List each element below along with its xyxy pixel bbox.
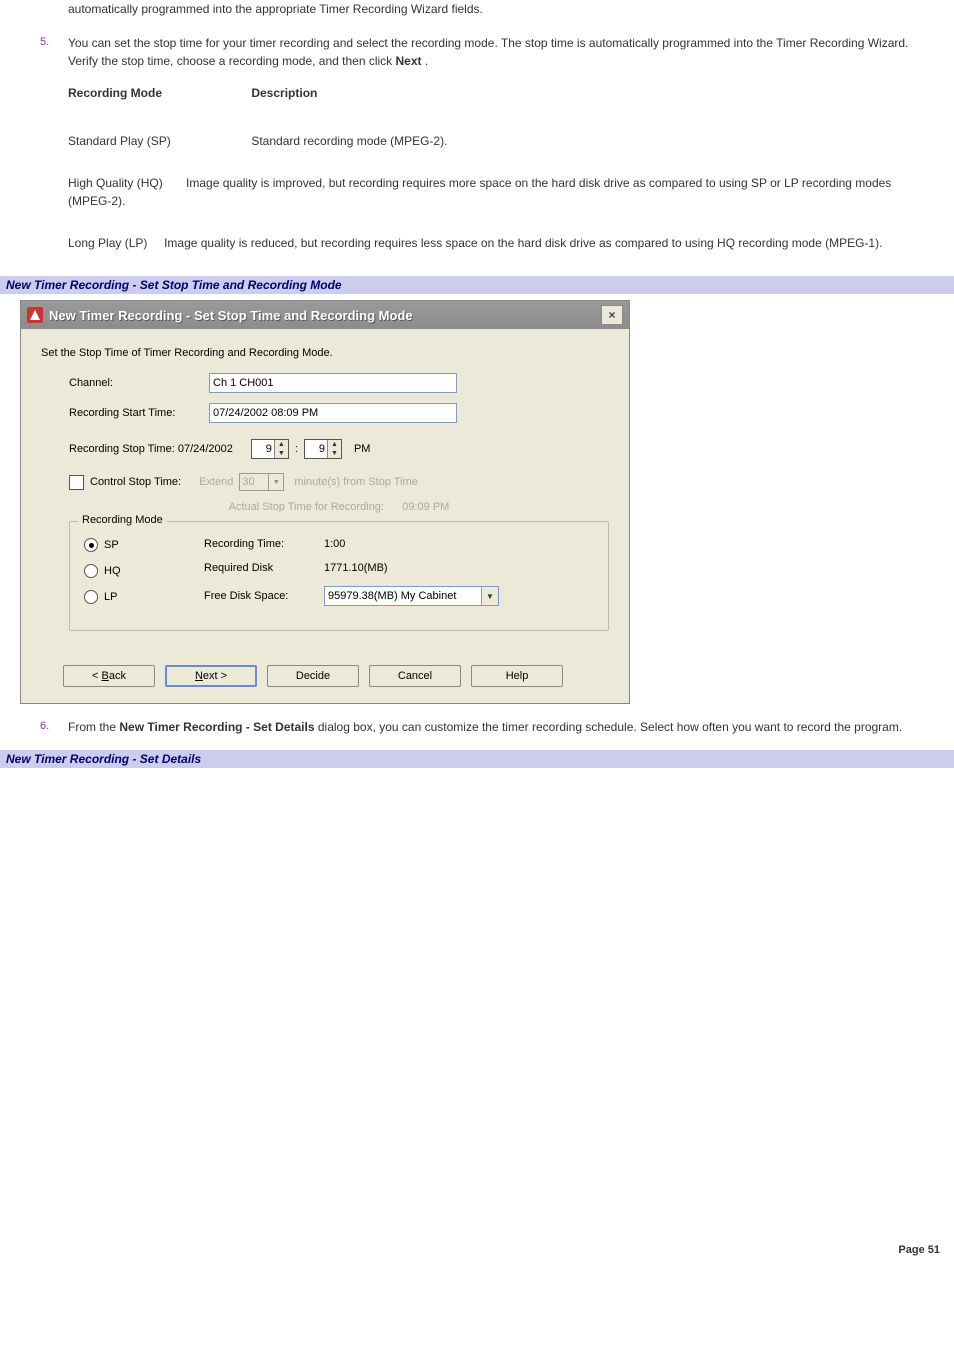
radio-lp[interactable] [84,590,98,604]
extend-label: Extend [199,476,233,488]
required-disk-value: 1771.10(MB) [324,562,388,574]
intro-tail: automatically programmed into the approp… [68,0,914,18]
stop-min-input[interactable] [305,440,327,458]
step5-text-a: You can set the stop time for your timer… [68,36,908,68]
free-disk-dropdown[interactable]: ▼ [324,586,499,606]
dialog-set-stop-time: New Timer Recording - Set Stop Time and … [20,300,630,704]
stop-time-label: Recording Stop Time: 07/24/2002 [69,443,233,455]
next-button[interactable]: Next > [165,665,257,687]
extend-tail: minute(s) from Stop Time [294,476,417,488]
stop-hour-input[interactable] [252,440,274,458]
actual-stop-value: 09:09 PM [402,501,449,513]
th-mode: Recording Mode [68,84,248,102]
required-disk-label: Required Disk [204,562,324,574]
titlebar: New Timer Recording - Set Stop Time and … [21,301,629,329]
dialog-title: New Timer Recording - Set Stop Time and … [49,308,413,323]
recording-mode-table: Recording Mode Description Standard Play… [68,84,914,252]
free-disk-value[interactable] [325,587,481,605]
radio-sp[interactable] [84,538,98,552]
step-6: From the New Timer Recording - Set Detai… [68,718,914,736]
radio-hq[interactable] [84,564,98,578]
stop-hour-spinner[interactable]: ▲ ▼ [251,439,289,459]
step6-bold: New Timer Recording - Set Details [119,720,314,734]
recording-time-value: 1:00 [324,538,345,550]
recording-time-label: Recording Time: [204,538,324,550]
td-hq: High Quality (HQ) [68,176,163,190]
chevron-down-icon[interactable]: ▼ [481,587,498,605]
extend-dropdown: ▼ [239,473,284,491]
td-hq-desc: Image quality is improved, but recording… [68,176,891,208]
radio-sp-label: SP [104,539,119,551]
step-5: You can set the stop time for your timer… [68,34,914,252]
section-bar-set-details: New Timer Recording - Set Details [0,750,954,768]
td-sp-desc: Standard recording mode (MPEG-2). [251,134,447,148]
decide-button[interactable]: Decide [267,665,359,687]
spinner-up-icon[interactable]: ▲ [327,440,341,449]
dialog-caption: Set the Stop Time of Timer Recording and… [41,347,609,359]
page-number: Page 51 [0,1238,954,1262]
step5-text-b: . [422,54,429,68]
control-stop-time-checkbox[interactable] [69,475,84,490]
ampm-label: PM [354,443,371,455]
control-stop-time-label: Control Stop Time: [90,476,181,488]
channel-input[interactable] [209,373,457,393]
spinner-down-icon[interactable]: ▼ [274,449,288,458]
spinner-up-icon[interactable]: ▲ [274,440,288,449]
actual-stop-label: Actual Stop Time for Recording: [229,501,384,513]
help-button[interactable]: Help [471,665,563,687]
td-lp-desc: Image quality is reduced, but recording … [164,236,882,250]
app-icon [27,307,43,323]
time-colon: : [295,443,298,455]
start-time-label: Recording Start Time: [69,407,209,419]
td-sp: Standard Play (SP) [68,132,248,150]
group-title: Recording Mode [78,514,167,526]
td-lp: Long Play (LP) [68,236,147,250]
radio-hq-label: HQ [104,565,121,577]
start-time-input[interactable] [209,403,457,423]
recording-mode-group: Recording Mode SP HQ [69,521,609,631]
spinner-down-icon[interactable]: ▼ [327,449,341,458]
th-desc: Description [251,86,317,100]
chevron-down-icon: ▼ [268,474,283,490]
cancel-button[interactable]: Cancel [369,665,461,687]
step6-text-a: From the [68,720,119,734]
section-bar-stop-time: New Timer Recording - Set Stop Time and … [0,276,954,294]
free-disk-label: Free Disk Space: [204,590,324,602]
extend-value [240,474,268,490]
channel-label: Channel: [69,377,209,389]
back-button[interactable]: < Back [63,665,155,687]
step6-text-b: dialog box, you can customize the timer … [315,720,903,734]
stop-min-spinner[interactable]: ▲ ▼ [304,439,342,459]
step5-bold: Next [396,54,422,68]
radio-lp-label: LP [104,591,117,603]
close-icon[interactable]: × [601,305,623,325]
